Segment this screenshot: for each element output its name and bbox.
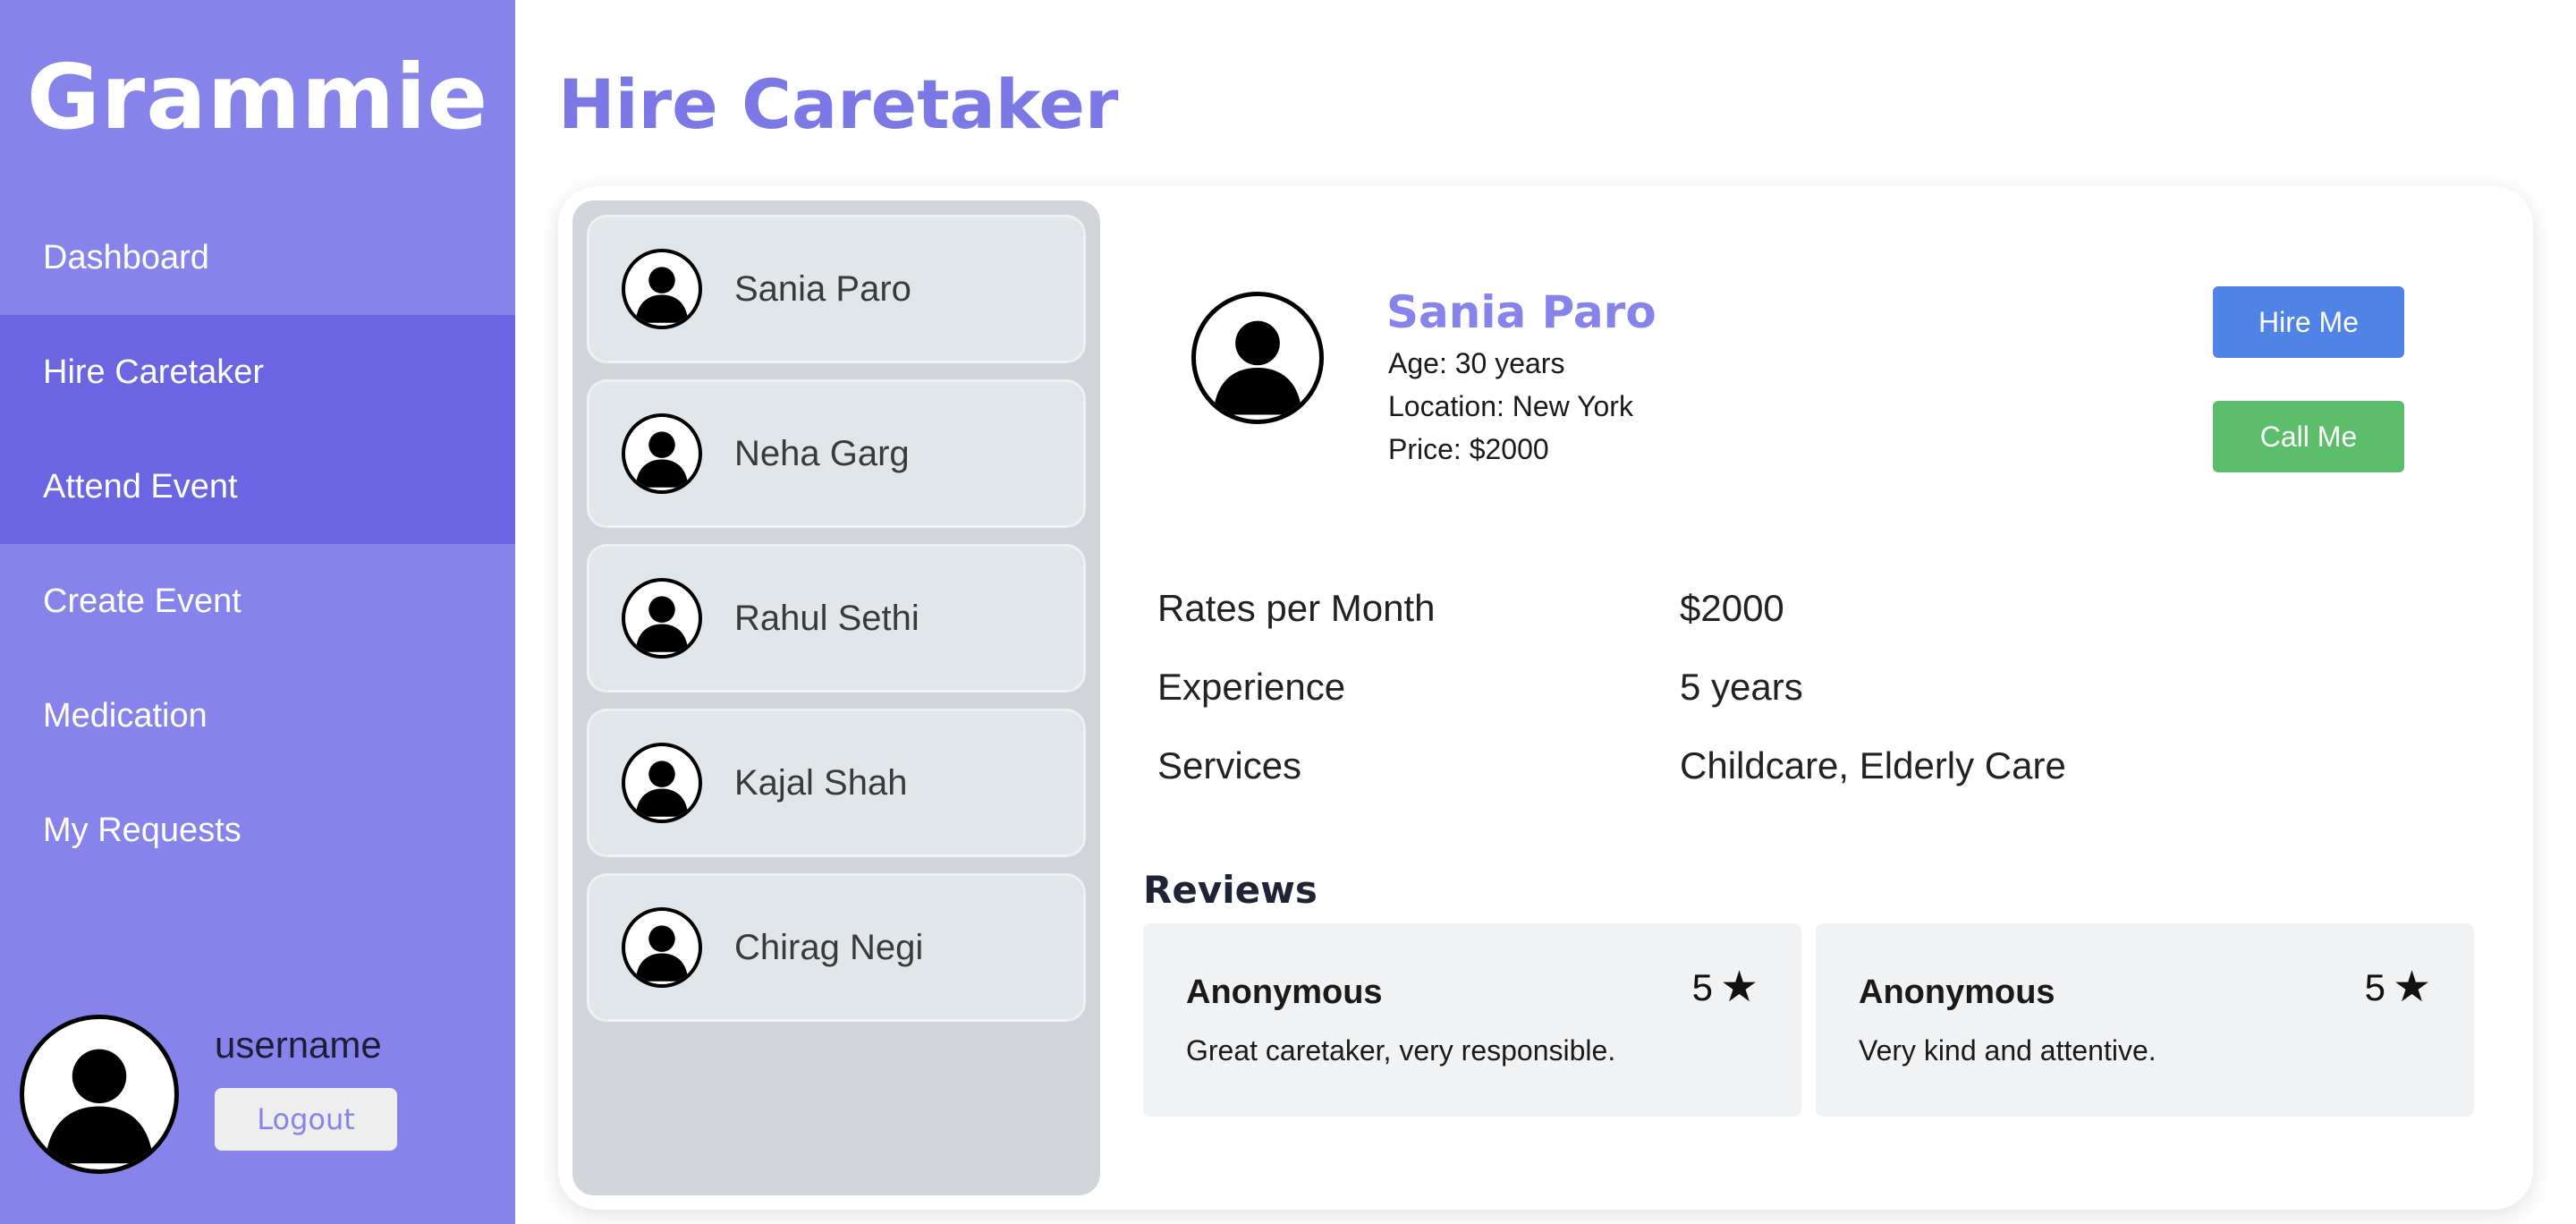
call-me-button[interactable]: Call Me [2213, 401, 2404, 472]
user-silhouette-icon [622, 743, 702, 823]
review-rating-value: 5 [2364, 966, 2385, 1008]
caretaker-list-item[interactable]: Neha Garg [587, 379, 1086, 528]
detail-label-services: Services [1157, 744, 1302, 786]
caretaker-list-item[interactable]: Sania Paro [587, 215, 1086, 363]
profile-avatar-icon [1191, 292, 1324, 424]
review-author: Anonymous [1186, 973, 1383, 1011]
user-silhouette-icon [622, 907, 702, 988]
review-text: Great caretaker, very responsible. [1186, 1034, 1616, 1067]
caretaker-name: Neha Garg [734, 433, 910, 473]
caretaker-list-item[interactable]: Kajal Shah [587, 709, 1086, 857]
profile-price: Price: $2000 [1388, 433, 1549, 465]
review-rating: 5 ★ [1692, 966, 1758, 1009]
user-silhouette-icon [622, 413, 702, 494]
sidebar-item-medication[interactable]: Medication [0, 659, 515, 773]
profile-name: Sania Paro [1386, 286, 1657, 338]
detail-value-experience: 5 years [1680, 666, 1803, 708]
caretaker-name: Chirag Negi [734, 927, 924, 967]
sidebar-item-my-requests[interactable]: My Requests [0, 773, 515, 888]
review-card: Anonymous 5 ★ Great caretaker, very resp… [1143, 923, 1801, 1117]
review-card: Anonymous 5 ★ Very kind and attentive. [1816, 923, 2474, 1117]
caretaker-list-item[interactable]: Rahul Sethi [587, 544, 1086, 693]
star-icon: ★ [2392, 964, 2431, 1011]
sidebar-item-attend-event[interactable]: Attend Event [0, 429, 515, 544]
star-icon: ★ [1719, 964, 1758, 1011]
caretaker-list-item[interactable]: Chirag Negi [587, 873, 1086, 1022]
hire-me-button[interactable]: Hire Me [2213, 286, 2404, 358]
review-rating: 5 ★ [2365, 966, 2431, 1009]
detail-label-experience: Experience [1157, 666, 1346, 708]
username-label: username [215, 1024, 382, 1066]
review-text: Very kind and attentive. [1859, 1034, 2157, 1067]
profile-age: Age: 30 years [1388, 347, 1565, 379]
caretaker-name: Kajal Shah [734, 762, 908, 803]
brand-logo: Grammie [26, 45, 489, 149]
sidebar-item-hire-caretaker[interactable]: Hire Caretaker [0, 315, 515, 429]
sidebar: Grammie Dashboard Hire Caretaker Attend … [0, 0, 515, 1224]
sidebar-item-dashboard[interactable]: Dashboard [0, 200, 515, 315]
reviews-heading: Reviews [1143, 868, 1318, 912]
sidebar-item-create-event[interactable]: Create Event [0, 544, 515, 659]
review-author: Anonymous [1859, 973, 2055, 1011]
caretaker-name: Rahul Sethi [734, 598, 919, 638]
page-title: Hire Caretaker [558, 64, 1119, 144]
detail-label-rates: Rates per Month [1157, 587, 1436, 629]
user-silhouette-icon [622, 249, 702, 329]
user-avatar-icon [20, 1015, 179, 1174]
detail-value-services: Childcare, Elderly Care [1680, 744, 2066, 786]
profile-location: Location: New York [1388, 390, 1633, 422]
caretaker-name: Sania Paro [734, 268, 911, 309]
review-rating-value: 5 [1691, 966, 1713, 1008]
detail-value-rates: $2000 [1680, 587, 1784, 629]
user-silhouette-icon [622, 578, 702, 659]
logout-button[interactable]: Logout [215, 1088, 397, 1151]
